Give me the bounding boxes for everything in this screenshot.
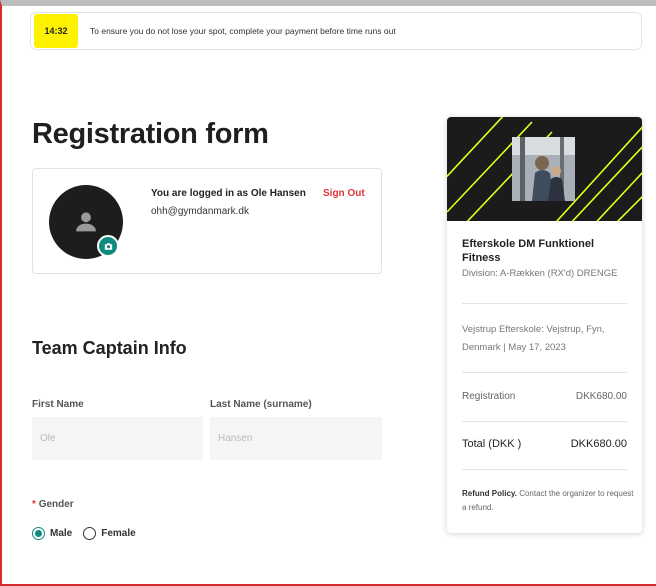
timer-bar: 14:32 To ensure you do not lose your spo…	[30, 12, 642, 50]
event-division: Division: A-Rækken (RX'd) DRENGE	[462, 268, 618, 279]
event-location-date: Vejstrup Efterskole: Vejstrup, Fyn, Denm…	[462, 324, 605, 353]
sign-out-link[interactable]: Sign Out	[323, 188, 365, 199]
user-card: You are logged in as Ole Hansen Sign Out…	[32, 168, 382, 274]
order-summary-card: Efterskole DM Funktionel Fitness Divisio…	[447, 117, 642, 533]
required-mark: *	[32, 499, 36, 510]
gender-option-label: Female	[101, 528, 136, 539]
gender-option-female[interactable]: Female	[83, 527, 136, 540]
refund-policy: Refund Policy. Contact the organizer to …	[462, 487, 634, 515]
first-name-label: First Name	[32, 399, 84, 410]
gender-label-text: Gender	[38, 499, 74, 510]
refund-policy-title: Refund Policy.	[462, 489, 517, 498]
divider	[462, 421, 627, 422]
radio-female[interactable]	[83, 527, 97, 540]
event-photo	[512, 137, 575, 201]
gender-option-label: Male	[50, 528, 73, 539]
event-name: Efterskole DM Funktionel Fitness	[462, 238, 595, 264]
divider	[462, 372, 627, 373]
divider	[462, 303, 627, 304]
timer-message: To ensure you do not lose your spot, com…	[90, 26, 396, 36]
user-email: ohh@gymdanmark.dk	[151, 206, 249, 217]
countdown-timer: 14:32	[34, 14, 78, 48]
event-banner	[447, 117, 642, 221]
registration-label: Registration	[462, 391, 516, 402]
gender-option-male[interactable]: Male	[32, 527, 72, 540]
logged-in-text: You are logged in as Ole Hansen	[151, 188, 306, 199]
gender-label: * Gender	[32, 499, 74, 510]
last-name-input[interactable]	[210, 417, 382, 460]
radio-male[interactable]	[32, 527, 45, 540]
last-name-label: Last Name (surname)	[210, 399, 312, 410]
user-silhouette-icon	[76, 212, 96, 232]
page-title: Registration form	[32, 118, 269, 150]
total-label: Total (DKK )	[462, 438, 522, 450]
first-name-input[interactable]	[32, 417, 203, 460]
gender-radio-group: Male Female	[32, 527, 147, 540]
registration-price: DKK680.00	[575, 391, 627, 402]
camera-icon[interactable]	[97, 235, 119, 257]
total-price: DKK680.00	[570, 438, 627, 450]
section-title: Team Captain Info	[32, 338, 187, 358]
divider	[462, 469, 627, 470]
